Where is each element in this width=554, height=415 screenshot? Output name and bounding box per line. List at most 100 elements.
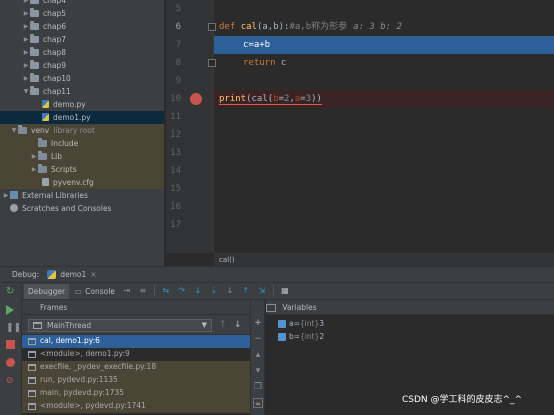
expand-arrow-icon[interactable]: ▶ xyxy=(22,23,30,30)
chevron-down-icon: ▼ xyxy=(201,321,207,329)
tree-item-scratches[interactable]: Scratches and Consoles xyxy=(0,202,164,215)
line-number: 6 xyxy=(175,22,181,32)
step-into-icon[interactable]: ↓ xyxy=(193,286,203,296)
collapse-arrow-icon[interactable]: ▼ xyxy=(10,127,18,134)
console-icon: ▭ xyxy=(74,286,82,296)
tree-item-demo-py[interactable]: demo.py xyxy=(0,98,164,111)
line-number: 11 xyxy=(170,112,181,122)
expand-arrow-icon[interactable]: ▶ xyxy=(22,0,30,4)
move-down-icon[interactable]: ▾ xyxy=(253,366,263,376)
code-line-6-current[interactable]: c=a+b xyxy=(214,36,554,54)
step-over-icon[interactable]: ↷ xyxy=(177,286,187,296)
tree-item-chap4[interactable]: ▶ chap4 xyxy=(0,0,164,7)
tab-console[interactable]: ▭ Console xyxy=(69,284,119,299)
expand-arrow-icon[interactable]: ▶ xyxy=(30,153,38,160)
debug-side-toolbar: ↻ ❚❚ ⊘ xyxy=(0,283,22,415)
frame-row[interactable]: main, pydevd.py:1735 xyxy=(22,387,250,400)
tree-item-lib[interactable]: ▶ Lib xyxy=(0,150,164,163)
arrow-up-icon[interactable]: ↑ xyxy=(219,320,227,330)
tree-item-chap6[interactable]: ▶ chap6 xyxy=(0,20,164,33)
tree-item-chap9[interactable]: ▶ chap9 xyxy=(0,59,164,72)
tree-item-venv[interactable]: ▼ venv library root xyxy=(0,124,164,137)
variable-icon xyxy=(278,332,286,341)
tree-item-scripts[interactable]: ▶ Scripts xyxy=(0,163,164,176)
expand-arrow-icon[interactable]: ▶ xyxy=(22,75,30,82)
add-watch-icon[interactable]: + xyxy=(253,318,263,328)
editor-gutter[interactable]: 5 6 7 8 9 10 11 12 13 14 15 16 17 xyxy=(166,0,216,253)
expand-arrow-icon[interactable]: ▶ xyxy=(22,62,30,69)
tab-debugger[interactable]: Debugger xyxy=(24,283,70,299)
code-editor[interactable]: 5 6 7 8 9 10 11 12 13 14 15 16 17 def ca… xyxy=(166,0,554,266)
config-file-icon xyxy=(42,178,49,187)
step-into-my-code-icon[interactable]: ⇣ xyxy=(209,286,219,296)
folder-icon xyxy=(38,150,47,160)
run-to-cursor-icon[interactable]: ⇲ xyxy=(257,286,267,296)
variable-row[interactable]: b = {int} 2 xyxy=(278,330,324,343)
tree-item-chap10[interactable]: ▶ chap10 xyxy=(0,72,164,85)
line-number: 13 xyxy=(170,148,181,158)
frame-row[interactable]: cal, demo1.py:6 xyxy=(22,335,250,348)
folder-icon xyxy=(38,163,47,173)
expand-arrow-icon[interactable]: ▶ xyxy=(30,166,38,173)
tree-item-chap11[interactable]: ▼ chap11 xyxy=(0,85,164,98)
menu-icon[interactable]: ≡ xyxy=(138,286,148,296)
pause-icon[interactable]: ❚❚ xyxy=(6,323,21,333)
thread-icon xyxy=(33,322,42,329)
line-number: 16 xyxy=(170,202,181,212)
show-execution-point-icon[interactable]: ⇆ xyxy=(161,286,171,296)
watermark: CSDN @学工科的皮皮志^_^ xyxy=(402,395,523,405)
step-out-icon[interactable]: ↑ xyxy=(241,286,251,296)
force-step-into-icon[interactable]: ↓ xyxy=(225,286,235,296)
code-line-9-breakpoint[interactable]: print(cal(b=2,a=3)) xyxy=(214,90,554,108)
tree-item-chap8[interactable]: ▶ chap8 xyxy=(0,46,164,59)
folder-icon xyxy=(38,137,47,147)
collapse-arrow-icon[interactable]: ▼ xyxy=(22,88,30,95)
tree-item-external-libraries[interactable]: ▶ External Libraries xyxy=(0,189,164,202)
close-icon[interactable]: × xyxy=(90,270,96,279)
view-watches-icon[interactable]: ∞ xyxy=(253,398,263,408)
view-breakpoints-icon[interactable] xyxy=(6,358,15,367)
tree-item-demo1-py[interactable]: demo1.py xyxy=(0,111,164,124)
remove-watch-icon[interactable]: − xyxy=(253,334,263,344)
debug-title-bar: Debug: demo1 × xyxy=(0,266,554,283)
tree-item-pyvenv-cfg[interactable]: pyvenv.cfg xyxy=(0,176,164,189)
inline-debug-values: a: 3 b: 2 xyxy=(353,22,402,32)
debug-label: Debug: xyxy=(12,270,40,279)
python-file-icon xyxy=(42,113,49,122)
mute-breakpoints-icon[interactable]: ⊘ xyxy=(6,376,16,386)
arrow-down-icon[interactable]: ↓ xyxy=(234,320,242,330)
resume-icon[interactable] xyxy=(6,305,14,315)
expand-arrow-icon[interactable]: ▶ xyxy=(2,192,10,199)
evaluate-expression-icon[interactable]: ▦ xyxy=(280,286,290,296)
tree-item-include[interactable]: Include xyxy=(0,137,164,150)
code-line-7[interactable]: return c xyxy=(214,54,554,72)
pin-icon[interactable]: ⇥ xyxy=(122,286,132,296)
move-up-icon[interactable]: ▴ xyxy=(253,350,263,360)
tree-item-chap5[interactable]: ▶ chap5 xyxy=(0,7,164,20)
frames-toolbar: MainThread ▼ ↑ ↓ xyxy=(22,315,250,335)
stop-icon[interactable] xyxy=(6,340,15,349)
folder-icon xyxy=(30,20,39,30)
variable-row[interactable]: a = {int} 3 xyxy=(278,317,324,330)
editor-breadcrumb[interactable]: cal() xyxy=(214,253,554,266)
frames-list: cal, demo1.py:6 <module>, demo1.py:9 exe… xyxy=(22,335,250,415)
breakpoint-icon[interactable] xyxy=(190,93,202,105)
rerun-icon[interactable]: ↻ xyxy=(6,287,16,297)
frame-row[interactable]: run, pydevd.py:1135 xyxy=(22,374,250,387)
frame-row[interactable]: execfile, _pydev_execfile.py:18 xyxy=(22,361,250,374)
ide-window: ▶ chap4 ▶ chap5 ▶ chap6 ▶ chap7 ▶ chap8 ▶ chap… xyxy=(0,0,554,415)
folder-icon xyxy=(18,124,27,134)
copy-icon[interactable]: ❐ xyxy=(253,382,263,392)
python-file-icon xyxy=(42,100,49,109)
expand-arrow-icon[interactable]: ▶ xyxy=(22,36,30,43)
frame-row[interactable]: <module>, demo1.py:9 xyxy=(22,348,250,361)
expand-arrow-icon[interactable]: ▶ xyxy=(22,49,30,56)
frame-row[interactable]: <module>, pydevd.py:1741 xyxy=(22,400,250,413)
tree-item-chap7[interactable]: ▶ chap7 xyxy=(0,33,164,46)
thread-selector[interactable]: MainThread ▼ xyxy=(28,319,212,332)
external-libraries-icon xyxy=(10,191,18,200)
debug-session-tab[interactable]: demo1 × xyxy=(47,270,97,279)
expand-arrow-icon[interactable]: ▶ xyxy=(22,10,30,17)
code-line-5[interactable]: def cal(a,b):#a,b称为形参 a: 3 b: 2 xyxy=(214,18,554,36)
python-icon xyxy=(47,270,57,279)
